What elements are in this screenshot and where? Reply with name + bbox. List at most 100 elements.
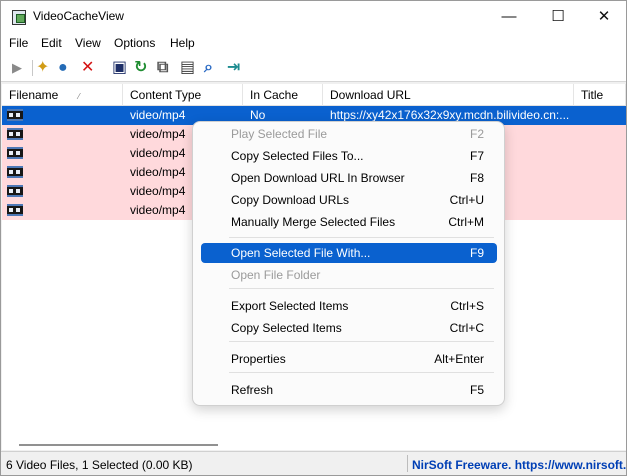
save-icon: ▣ [112,59,128,76]
context-menu-shortcut: F2 [469,127,484,141]
delete-button[interactable]: ✕ [81,58,101,77]
context-menu-item-open-selected-file-with[interactable]: Open Selected File With... F9 [201,243,497,263]
context-menu-shortcut: Ctrl+C [449,321,484,335]
properties-button[interactable]: ▤ [180,58,200,77]
context-menu-shortcut: Ctrl+M [448,215,484,229]
play-icon: ▶ [12,60,22,75]
context-menu-item-open-file-folder: Open File Folder [201,265,497,285]
menu-options[interactable]: Options [114,36,155,50]
video-file-icon [7,128,23,140]
cell-title [576,106,626,125]
context-menu-label: Copy Download URLs [231,193,350,207]
app-icon [12,10,26,25]
column-header-label: Content Type [130,88,202,102]
status-count: 6 Video Files, 1 Selected (0.00 KB) [6,458,193,472]
refresh-button[interactable]: ↻ [134,58,154,77]
menu-help[interactable]: Help [170,36,195,50]
video-file-icon [7,204,23,216]
globe-icon: ● [58,59,68,76]
toolbar-separator [32,60,33,76]
context-menu-label: Copy Selected Files To... [231,149,364,163]
context-menu-label: Refresh [231,383,274,397]
sort-ascending-icon: ⁄ [78,92,80,101]
menu-view[interactable]: View [75,36,101,50]
globe-button[interactable]: ● [58,58,78,77]
column-header-label: Title [581,88,604,102]
context-menu-separator [229,372,494,373]
context-menu-item-open-download-url-in-browser[interactable]: Open Download URL In Browser F8 [201,168,497,188]
context-menu-item-export-selected-items[interactable]: Export Selected Items Ctrl+S [201,296,497,316]
context-menu-label: Export Selected Items [231,299,349,313]
context-menu-shortcut: Ctrl+U [449,193,484,207]
horizontal-scrollbar[interactable] [2,439,626,450]
context-menu-item-refresh[interactable]: Refresh F5 [201,380,497,400]
column-header-in-cache[interactable]: In Cache [243,84,323,106]
refresh-icon: ↻ [134,59,148,76]
context-menu-item-properties[interactable]: Properties Alt+Enter [201,349,497,369]
maximize-icon: ☐ [551,8,565,25]
column-header-download-url[interactable]: Download URL [323,84,574,106]
nirsoft-link[interactable]: NirSoft Freeware. https://www.nirsoft.ne… [412,458,626,472]
menu-file[interactable]: File [9,36,28,50]
copy-button[interactable]: ⧉ [157,58,177,77]
find-icon: ⌕ [204,59,213,76]
menu-bar: File Edit View Options Help [1,33,626,54]
scrollbar-thumb[interactable] [19,444,218,446]
cell-title [576,144,626,163]
cell-title [576,163,626,182]
column-header-content-type[interactable]: Content Type [123,84,243,106]
properties-icon: ▤ [180,59,196,76]
context-menu-shortcut: F9 [469,246,484,260]
find-button[interactable]: ⌕ [204,58,224,77]
column-header-label: Filename [9,88,59,102]
close-button[interactable]: ✕ [581,1,626,33]
context-menu-item-copy-download-urls[interactable]: Copy Download URLs Ctrl+U [201,190,497,210]
minimize-button[interactable]: — [486,1,532,33]
context-menu-label: Manually Merge Selected Files [231,215,396,229]
column-header-label: Download URL [330,88,411,102]
title-bar: VideoCacheView — ☐ ✕ [1,1,626,33]
status-bar: 6 Video Files, 1 Selected (0.00 KB) NirS… [1,451,626,475]
play-button[interactable]: ▶ [12,58,32,77]
context-menu-shortcut: F7 [469,149,484,163]
video-file-icon [7,185,23,197]
context-menu-label: Properties [231,352,286,366]
window-title: VideoCacheView [33,9,124,23]
context-menu-shortcut: Ctrl+S [450,299,484,313]
menu-edit[interactable]: Edit [41,36,62,50]
save-button[interactable]: ▣ [112,58,132,77]
column-header-label: In Cache [250,88,299,102]
context-menu: Play Selected File F2 Copy Selected Files … [192,121,505,406]
context-menu-separator [229,288,494,289]
close-icon: ✕ [597,8,611,25]
context-menu-label: Play Selected File [231,127,328,141]
video-file-icon [7,147,23,159]
context-menu-label: Copy Selected Items [231,321,342,335]
context-menu-shortcut: F8 [469,171,484,185]
context-menu-shortcut: F5 [469,383,484,397]
context-menu-item-copy-selected-files-to[interactable]: Copy Selected Files To... F7 [201,146,497,166]
status-divider [407,455,408,472]
delete-icon: ✕ [81,59,95,76]
context-menu-separator [229,237,494,238]
copy-files-icon: ✦ [36,59,50,76]
cell-title [576,182,626,201]
video-file-icon [7,166,23,178]
exit-icon: ⇥ [227,59,241,76]
context-menu-item-copy-selected-items[interactable]: Copy Selected Items Ctrl+C [201,318,497,338]
copy-files-button[interactable]: ✦ [36,58,56,77]
exit-button[interactable]: ⇥ [227,58,247,77]
context-menu-label: Open Selected File With... [231,246,371,260]
context-menu-label: Open Download URL In Browser [231,171,405,185]
toolbar: ▶ ✦ ● ✕ ▣ ↻ ⧉ ▤ ⌕ ⇥ [1,54,626,82]
main-window: VideoCacheView — ☐ ✕ File Edit View Options… [0,0,627,476]
context-menu-item-play-selected-file: Play Selected File F2 [201,124,497,144]
column-header-filename[interactable]: Filename ⁄ [2,84,123,106]
cell-title [576,201,626,220]
maximize-button[interactable]: ☐ [535,1,581,33]
context-menu-item-manually-merge-selected-files[interactable]: Manually Merge Selected Files Ctrl+M [201,212,497,232]
context-menu-label: Open File Folder [231,268,321,282]
video-file-icon [7,109,23,121]
column-header-title[interactable]: Title [574,84,626,106]
context-menu-shortcut: Alt+Enter [434,352,484,366]
